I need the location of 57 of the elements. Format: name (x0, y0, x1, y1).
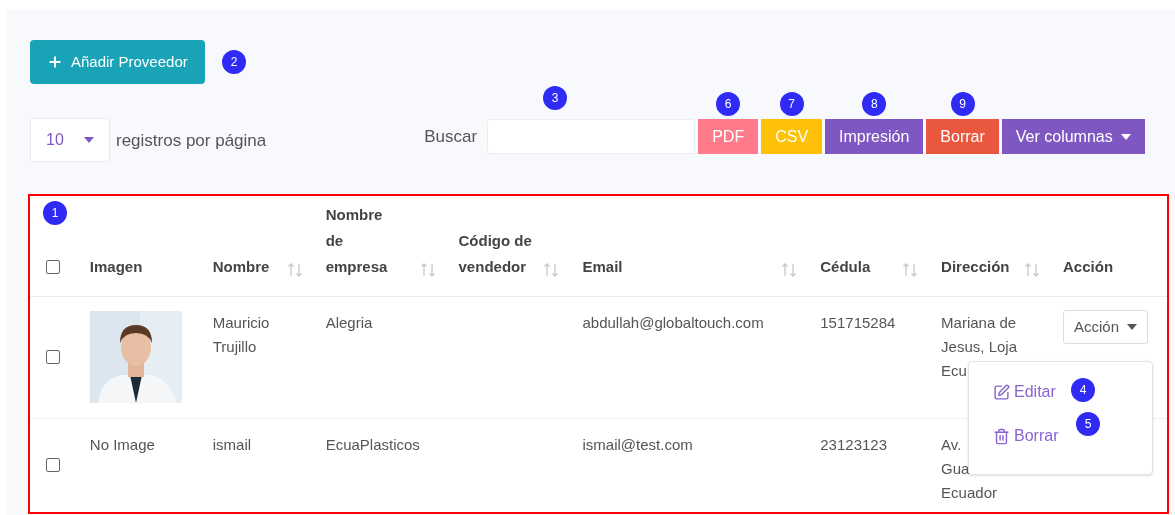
export-button[interactable]: Impresión (825, 119, 924, 154)
column-header: Imagen (89, 256, 143, 277)
number-badge: 3 (543, 86, 567, 110)
page-size-select[interactable]: 10 (30, 118, 110, 162)
column-header[interactable]: Nombre de empresa (325, 201, 398, 280)
address-line: Ecu (941, 360, 967, 381)
caret-icon (84, 137, 94, 143)
no-image-text: No Image (89, 434, 156, 455)
table-cell: ismail@test.com (582, 435, 693, 453)
menu-item[interactable]: Borrar (993, 424, 1059, 448)
table-cell: Alegria (325, 313, 373, 331)
sort-icon (1024, 261, 1041, 278)
address-line: Jesus, Loja (941, 336, 1017, 357)
export-button[interactable]: Borrar (926, 119, 999, 154)
column-header[interactable]: Cédula (820, 253, 871, 280)
column-header: Acción (1063, 256, 1114, 277)
address-line: Gua (941, 458, 970, 479)
checkbox[interactable] (46, 259, 61, 274)
number-badge: 8 (862, 92, 887, 116)
number-badge: 2 (222, 50, 246, 74)
page-size-label: registros por página (116, 130, 267, 152)
address-line: Mariana de (941, 312, 1017, 333)
table-cell: EcuaPlasticos (325, 435, 420, 453)
table-cell: abdullah@globaltouch.com (582, 313, 764, 331)
export-button[interactable]: Ver columnas (1001, 119, 1145, 154)
number-badge: 4 (1071, 378, 1095, 402)
number-badge: 9 (950, 92, 975, 116)
table-cell: Mauricio Trujillo (212, 313, 270, 355)
number-badge: 1 (43, 201, 67, 225)
checkbox[interactable] (46, 350, 61, 364)
menu-item[interactable]: Editar (993, 380, 1056, 404)
caret-icon (1127, 323, 1138, 330)
edit-icon (993, 383, 1010, 401)
table-cell: 23123123 (820, 435, 887, 453)
search-label: Buscar (424, 126, 478, 148)
action-dropdown[interactable]: Acción (1063, 309, 1149, 344)
caret-icon (1120, 133, 1131, 140)
plus-icon (47, 54, 63, 70)
sort-icon (902, 261, 919, 278)
checkbox[interactable] (46, 458, 61, 473)
add-supplier-button[interactable]: Añadir Proveedor (30, 40, 205, 84)
column-header[interactable]: Email (582, 253, 623, 280)
number-badge: 7 (779, 92, 804, 116)
sort-icon (286, 261, 303, 278)
column-header[interactable]: Nombre (212, 253, 270, 280)
address-line: Av. (941, 434, 962, 455)
table-cell: ismail (212, 435, 252, 453)
address-line: Ecuador (941, 482, 997, 503)
trash-icon (993, 427, 1010, 445)
sort-icon (781, 261, 798, 278)
number-badge: 5 (1076, 412, 1100, 436)
number-badge: 6 (716, 92, 741, 116)
column-header[interactable]: Código de vendedor (458, 227, 535, 280)
column-header[interactable]: Dirección (941, 253, 1010, 280)
sort-icon (419, 261, 436, 278)
table-cell: 151715284 (820, 313, 896, 331)
sort-icon (543, 261, 560, 278)
